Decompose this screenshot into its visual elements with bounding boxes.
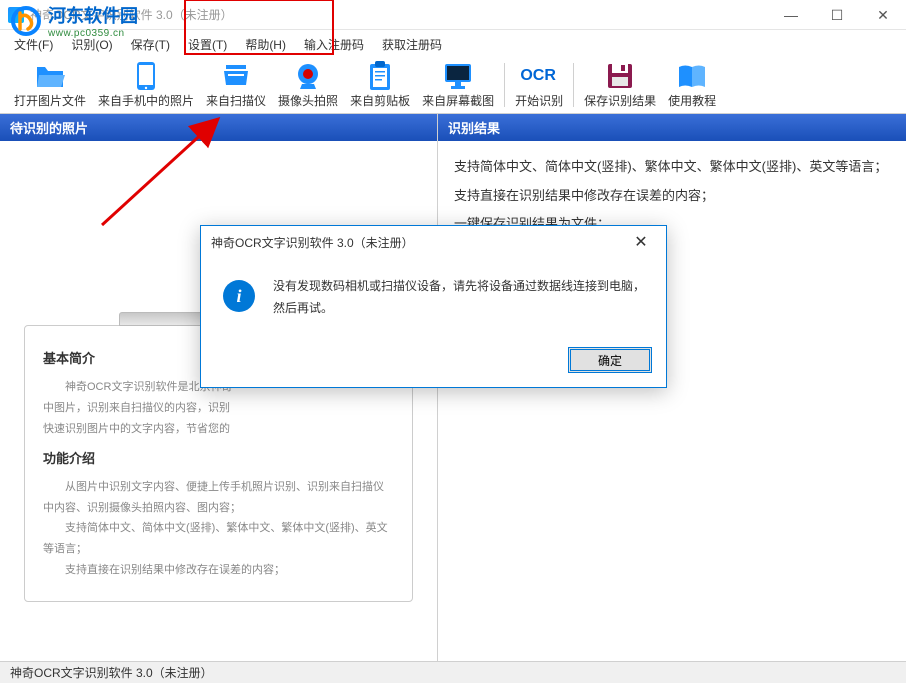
- menubar: 文件(F) 识别(O) 保存(T) 设置(T) 帮助(H) 输入注册码 获取注册…: [0, 32, 906, 56]
- save-icon: [604, 60, 636, 92]
- toolbar-from-screenshot-label: 来自屏幕截图: [422, 92, 494, 109]
- result-line: 支持简体中文、简体中文(竖排)、繁体中文、繁体中文(竖排)、英文等语言；: [454, 153, 890, 182]
- statusbar: 神奇OCR文字识别软件 3.0（未注册）: [0, 661, 906, 683]
- toolbar-from-camera-label: 摄像头拍照: [278, 92, 338, 109]
- toolbar-start-ocr[interactable]: OCR 开始识别: [509, 58, 569, 112]
- left-panel-body: 基本简介 神奇OCR文字识别软件是北京神奇 中图片，识别来自扫描仪的内容，识别 …: [0, 141, 437, 663]
- menu-save[interactable]: 保存(T): [123, 34, 178, 55]
- scanner-icon: [220, 60, 252, 92]
- toolbar-separator: [573, 63, 574, 107]
- toolbar-tutorial[interactable]: 使用教程: [662, 58, 722, 112]
- status-text: 神奇OCR文字识别软件 3.0（未注册）: [10, 664, 213, 681]
- menu-getcode[interactable]: 获取注册码: [374, 34, 450, 55]
- folder-icon: [34, 60, 66, 92]
- menu-register[interactable]: 输入注册码: [296, 34, 372, 55]
- monitor-icon: [442, 60, 474, 92]
- webcam-icon: [292, 60, 324, 92]
- message-dialog: 神奇OCR文字识别软件 3.0（未注册） ✕ i 没有发现数码相机或扫描仪设备，…: [200, 225, 667, 388]
- titlebar: 神奇OCR文字识别软件 3.0（未注册） — ☐ ✕: [0, 0, 906, 30]
- toolbar-from-scanner-label: 来自扫描仪: [206, 92, 266, 109]
- menu-recognize[interactable]: 识别(O): [63, 34, 120, 55]
- right-panel: 识别结果 支持简体中文、简体中文(竖排)、繁体中文、繁体中文(竖排)、英文等语言…: [438, 114, 906, 663]
- info-text: 快速识别图片中的文字内容，节省您的: [43, 419, 394, 440]
- dialog-ok-button[interactable]: 确定: [568, 347, 652, 373]
- minimize-button[interactable]: —: [768, 0, 814, 30]
- toolbar-open-file[interactable]: 打开图片文件: [8, 58, 92, 112]
- result-line: 支持直接在识别结果中修改存在误差的内容；: [454, 182, 890, 211]
- toolbar-from-clipboard-label: 来自剪贴板: [350, 92, 410, 109]
- close-button[interactable]: ✕: [860, 0, 906, 30]
- info-text: 中图片，识别来自扫描仪的内容，识别: [43, 398, 394, 419]
- clipboard-icon: [364, 60, 396, 92]
- window-title: 神奇OCR文字识别软件 3.0（未注册）: [30, 6, 233, 23]
- toolbar-save-result[interactable]: 保存识别结果: [578, 58, 662, 112]
- toolbar-from-scanner[interactable]: 来自扫描仪: [200, 58, 272, 112]
- ocr-icon: OCR: [523, 60, 555, 92]
- info-section2-title: 功能介绍: [43, 448, 394, 467]
- dialog-title-text: 神奇OCR文字识别软件 3.0（未注册）: [211, 234, 414, 251]
- dialog-close-button[interactable]: ✕: [626, 230, 656, 254]
- menu-settings[interactable]: 设置(T): [180, 34, 235, 55]
- toolbar-from-phone-label: 来自手机中的照片: [98, 92, 194, 109]
- info-text: 支持简体中文、简体中文(竖排)、繁体中文、繁体中文(竖排)、英文等语言；: [43, 518, 394, 560]
- toolbar-from-screenshot[interactable]: 来自屏幕截图: [416, 58, 500, 112]
- info-text: 支持直接在识别结果中修改存在误差的内容；: [43, 560, 394, 581]
- menu-help[interactable]: 帮助(H): [237, 34, 294, 55]
- maximize-button[interactable]: ☐: [814, 0, 860, 30]
- left-panel: 待识别的照片 基本简介 神奇OCR文字识别软件是北京神奇 中图片，识别来自扫描仪…: [0, 114, 438, 663]
- menu-file[interactable]: 文件(F): [6, 34, 61, 55]
- right-panel-body[interactable]: 支持简体中文、简体中文(竖排)、繁体中文、繁体中文(竖排)、英文等语言； 支持直…: [438, 141, 906, 663]
- toolbar: 打开图片文件 来自手机中的照片 来自扫描仪 摄像头拍照 来自剪贴板 来自屏幕截图…: [0, 56, 906, 114]
- toolbar-tutorial-label: 使用教程: [668, 92, 716, 109]
- book-icon: [676, 60, 708, 92]
- toolbar-from-clipboard[interactable]: 来自剪贴板: [344, 58, 416, 112]
- dialog-message: 没有发现数码相机或扫描仪设备，请先将设备通过数据线连接到电脑，然后再试。: [273, 276, 646, 319]
- left-panel-header: 待识别的照片: [0, 114, 437, 141]
- toolbar-save-result-label: 保存识别结果: [584, 92, 656, 109]
- toolbar-from-camera[interactable]: 摄像头拍照: [272, 58, 344, 112]
- toolbar-separator: [504, 63, 505, 107]
- toolbar-start-ocr-label: 开始识别: [515, 92, 563, 109]
- info-icon: i: [223, 280, 255, 312]
- toolbar-open-file-label: 打开图片文件: [14, 92, 86, 109]
- dialog-titlebar: 神奇OCR文字识别软件 3.0（未注册） ✕: [201, 226, 666, 258]
- app-icon: [8, 7, 24, 23]
- phone-icon: [130, 60, 162, 92]
- right-panel-header: 识别结果: [438, 114, 906, 141]
- toolbar-from-phone[interactable]: 来自手机中的照片: [92, 58, 200, 112]
- info-text: 从图片中识别文字内容、便捷上传手机照片识别、识别来自扫描仪中内容、识别摄像头拍照…: [43, 477, 394, 519]
